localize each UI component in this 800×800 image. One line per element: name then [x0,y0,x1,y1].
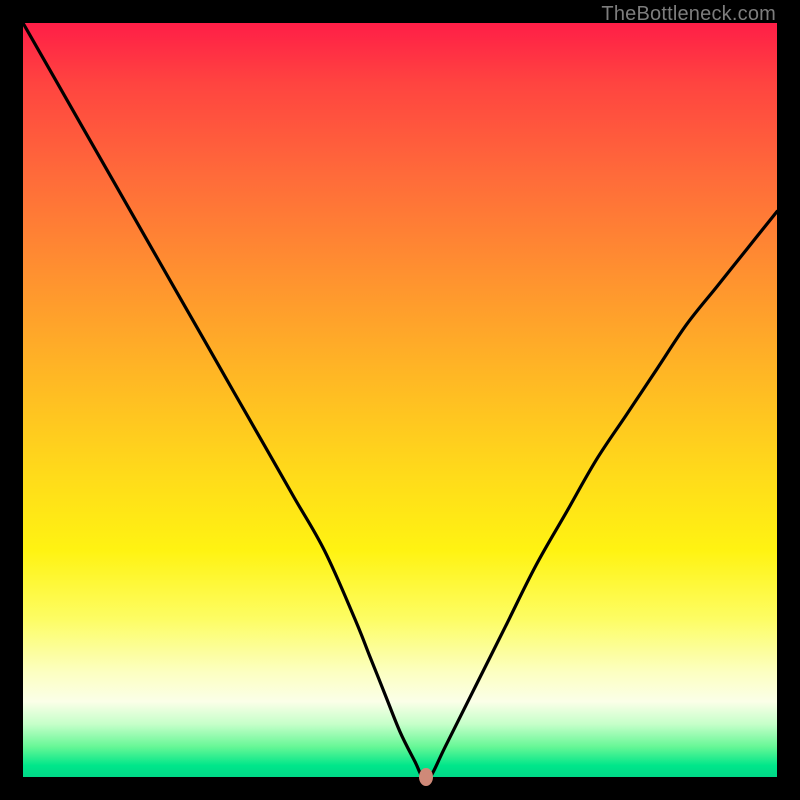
optimal-point-marker [419,768,433,786]
curve-path [23,23,777,780]
bottleneck-curve [23,23,777,777]
attribution-text: TheBottleneck.com [601,3,776,26]
chart-frame: TheBottleneck.com [0,0,800,800]
